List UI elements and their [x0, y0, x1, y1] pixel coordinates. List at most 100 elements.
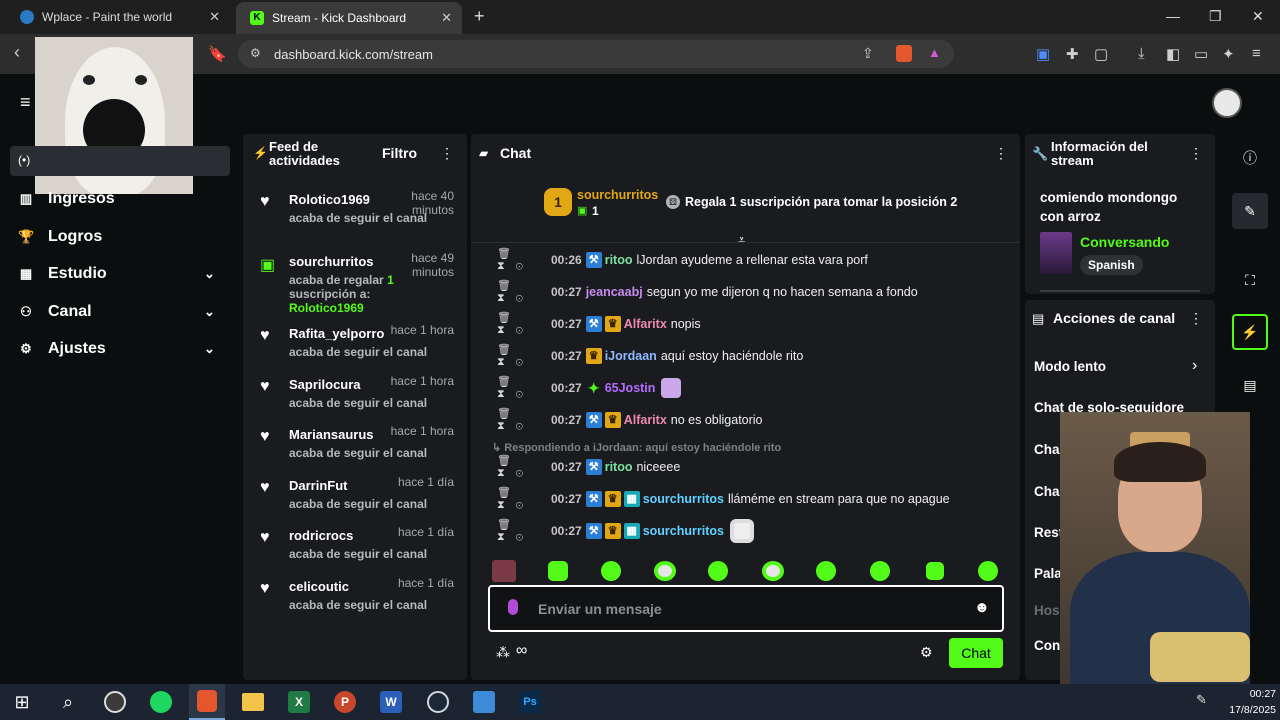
obs-icon[interactable] [97, 684, 133, 720]
emote-button[interactable] [978, 561, 998, 581]
wallet-icon[interactable]: ▭ [1194, 45, 1208, 63]
chevron-right-icon[interactable]: › [1192, 357, 1197, 375]
url-field[interactable]: ⚙ dashboard.kick.com/stream ⇪ ▲ [238, 40, 954, 68]
feed-user[interactable]: Mariansaurus [289, 427, 374, 442]
moderation-tools[interactable]: 🗑⧗⊙ [497, 375, 551, 401]
kebab-menu-icon[interactable]: ⋮ [1189, 145, 1203, 162]
chat-input-field[interactable]: Enviar un mensaje ☻ [488, 585, 1004, 632]
moderation-tools[interactable]: 🗑⧗⊙ [497, 247, 551, 273]
emote-button[interactable] [816, 561, 836, 581]
site-settings-icon[interactable]: ⚙ [250, 46, 261, 60]
sidebar-item-canal[interactable]: ⚇ Canal ⌄ [18, 303, 215, 321]
sidebar-item-ingresos[interactable]: ▥ Ingresos [18, 190, 115, 208]
translate-icon[interactable]: ▣ [1036, 45, 1050, 63]
sidebar-item-ajustes[interactable]: ⚙ Ajustes ⌄ [18, 340, 215, 358]
kebab-menu-icon[interactable]: ⋮ [994, 145, 1008, 162]
microphone-icon[interactable] [508, 599, 518, 615]
chat-username[interactable]: Alfaritx [624, 317, 667, 331]
sidebar-item-stream-active[interactable]: (•) [10, 146, 230, 176]
new-tab-button[interactable]: + [474, 6, 485, 27]
action-item[interactable]: Cha [1034, 442, 1060, 457]
leo-ai-icon[interactable]: ✦ [1222, 45, 1235, 63]
kebab-menu-icon[interactable]: ⋮ [440, 145, 454, 162]
back-icon[interactable]: ‹ [14, 42, 20, 63]
spotify-icon[interactable] [143, 684, 179, 720]
leader-user[interactable]: sourchurritos [577, 188, 658, 202]
screenshot-icon[interactable]: ▢ [1094, 45, 1108, 63]
close-window-icon[interactable]: ✕ [1252, 8, 1264, 25]
moderation-tools[interactable]: 🗑⧗⊙ [497, 343, 551, 369]
close-tab-icon[interactable]: ✕ [441, 10, 452, 26]
photoshop-icon[interactable]: Ps [512, 684, 548, 720]
chat-users-icon[interactable]: ⁂ [496, 644, 510, 661]
edit-icon[interactable]: ✎ [1232, 193, 1268, 229]
emoji-icon[interactable]: ☻ [974, 599, 990, 616]
chat-username[interactable]: jeancaabj [586, 285, 643, 299]
tab-kick-dashboard[interactable]: K Stream - Kick Dashboard ✕ [236, 2, 462, 34]
feed-user[interactable]: Saprilocura [289, 377, 361, 392]
brave-shields-icon[interactable] [896, 45, 912, 62]
feed-user[interactable]: sourchurritos [289, 254, 374, 269]
stream-title[interactable]: comiendo mondongo con arroz [1040, 188, 1190, 226]
close-tab-icon[interactable]: ✕ [209, 9, 220, 25]
sidebar-item-estudio[interactable]: ▦ Estudio ⌄ [18, 265, 215, 283]
action-item[interactable]: Rest [1034, 525, 1063, 540]
chat-username[interactable]: 65Jostin [605, 381, 656, 395]
download-icon[interactable]: ⤓ [1138, 45, 1145, 62]
chat-username[interactable]: Alfaritx [624, 413, 667, 427]
fullscreen-icon[interactable]: ⛶ [1232, 262, 1268, 298]
infinity-icon[interactable]: ∞ [516, 642, 527, 660]
excel-icon[interactable]: X [281, 684, 317, 720]
pen-icon[interactable]: ✎ [1196, 692, 1207, 708]
moderation-tools[interactable]: 🗑⧗⊙ [497, 486, 551, 512]
feed-user[interactable]: celicoutic [289, 579, 349, 594]
avatar[interactable] [1212, 88, 1242, 118]
leader-cta[interactable]: Regala 1 suscripción para tomar la posic… [685, 195, 957, 209]
steam-icon[interactable] [420, 684, 456, 720]
capcut-icon[interactable] [466, 684, 502, 720]
brave-rewards-icon[interactable]: ▲ [928, 45, 941, 60]
menu-icon[interactable]: ≡ [1252, 45, 1261, 62]
emote-button[interactable] [601, 561, 621, 581]
feed-user[interactable]: DarrinFut [289, 478, 348, 493]
extensions-icon[interactable]: ✚ [1066, 45, 1079, 63]
brave-browser-icon[interactable] [189, 684, 225, 720]
info-icon[interactable]: ⓘ [1232, 140, 1268, 176]
feed-filter-button[interactable]: Filtro [382, 145, 417, 161]
quick-actions-icon[interactable]: ⚡ [1232, 314, 1268, 350]
scrollbar[interactable] [1040, 290, 1200, 292]
action-slow-mode[interactable]: Modo lento [1034, 359, 1106, 374]
feed-user[interactable]: Rolotico1969 [289, 192, 370, 207]
sidebar-item-logros[interactable]: 🏆 Logros [18, 228, 102, 246]
notes-icon[interactable]: ▤ [1232, 367, 1268, 403]
chat-username[interactable]: iJordaan [605, 349, 657, 363]
hamburger-menu-icon[interactable]: ≡ [20, 92, 31, 113]
sidebar-toggle-icon[interactable]: ◧ [1166, 45, 1180, 63]
moderation-tools[interactable]: 🗑⧗⊙ [497, 407, 551, 433]
feed-user[interactable]: rodricrocs [289, 528, 353, 543]
emote-button[interactable] [870, 561, 890, 581]
moderation-tools[interactable]: 🗑⧗⊙ [497, 518, 551, 544]
chat-username[interactable]: sourchurritos [643, 492, 724, 506]
emote-button[interactable] [654, 561, 676, 581]
send-chat-button[interactable]: Chat [949, 638, 1003, 668]
kebab-menu-icon[interactable]: ⋮ [1189, 310, 1203, 327]
chat-username[interactable]: sourchurritos [643, 524, 724, 538]
windows-start-icon[interactable]: ⊞ [4, 684, 40, 720]
clock[interactable]: 00:27 17/8/2025 [1226, 686, 1276, 718]
file-explorer-icon[interactable] [235, 684, 271, 720]
emote-button[interactable] [548, 561, 568, 581]
tab-wplace[interactable]: Wplace - Paint the world ✕ [6, 0, 230, 34]
chat-username[interactable]: ritoo [605, 460, 633, 474]
action-item[interactable]: Hos [1034, 603, 1060, 618]
action-item[interactable]: Cha [1034, 484, 1060, 499]
chat-username[interactable]: ritoo [605, 253, 633, 267]
action-item[interactable]: Con [1034, 638, 1060, 653]
feed-user[interactable]: Rafita_yelporro [289, 326, 384, 341]
action-item[interactable]: Pala [1034, 566, 1062, 581]
moderation-tools[interactable]: 🗑⧗⊙ [497, 279, 551, 305]
emote-button[interactable] [492, 560, 516, 582]
minimize-icon[interactable]: — [1166, 8, 1180, 24]
word-icon[interactable]: W [373, 684, 409, 720]
chat-settings-gear-icon[interactable]: ⚙ [920, 644, 933, 661]
